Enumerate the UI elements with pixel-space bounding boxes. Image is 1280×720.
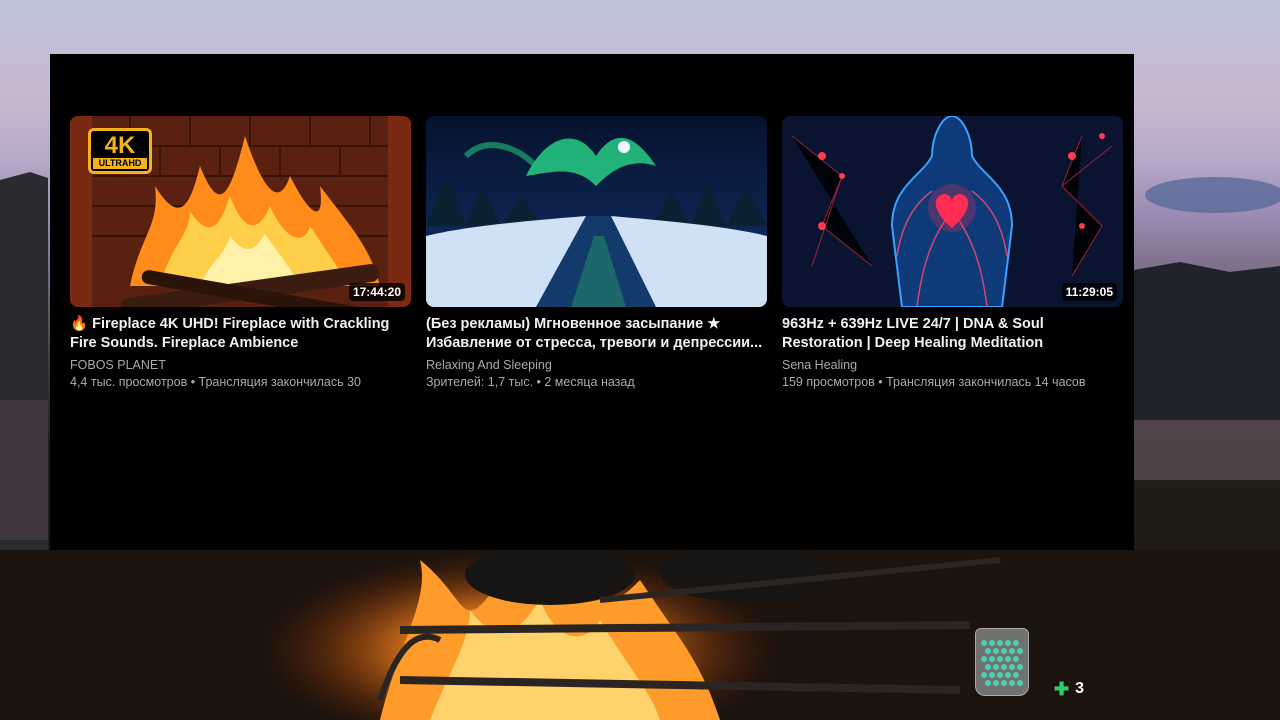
badge-4k-text: 4K [104, 132, 136, 159]
badge-ultrahd-text: ULTRAHD [93, 158, 147, 169]
video-card[interactable]: (Без рекламы) Мгновенное засыпание ★ Изб… [426, 116, 767, 391]
video-title[interactable]: 🔥 Fireplace 4K UHD! Fireplace with Crack… [70, 315, 411, 353]
video-meta: Зрителей: 1,7 тыс. • 2 месяца назад [426, 375, 635, 389]
video-meta: 159 просмотров • Трансляция закончилась … [782, 375, 1086, 389]
puzzle-icon: ✚ [1054, 678, 1070, 699]
video-card[interactable]: 11:29:05 963Hz + 639Hz LIVE 24/7 | DNA &… [782, 116, 1123, 391]
4k-ultrahd-badge: 4K ULTRAHD [88, 128, 152, 174]
channel-name[interactable]: Sena Healing [782, 357, 1123, 374]
video-thumbnail[interactable] [426, 116, 767, 307]
video-title[interactable]: (Без рекламы) Мгновенное засыпание ★ Изб… [426, 315, 767, 353]
puzzle-counter[interactable]: ✚ 3 [1054, 679, 1084, 699]
video-thumbnail[interactable]: 11:29:05 [782, 116, 1123, 307]
video-suggestions-panel: 4K ULTRAHD 17:44:20 🔥 Fireplace 4K UHD! … [50, 54, 1134, 550]
puzzle-count: 3 [1075, 680, 1084, 697]
video-thumbnail[interactable]: 4K ULTRAHD 17:44:20 [70, 116, 411, 307]
video-card[interactable]: 4K ULTRAHD 17:44:20 🔥 Fireplace 4K UHD! … [70, 116, 411, 391]
video-meta: 4,4 тыс. просмотров • Трансляция закончи… [70, 375, 362, 389]
video-title[interactable]: 963Hz + 639Hz LIVE 24/7 | DNA & Soul Res… [782, 315, 1123, 353]
video-duration: 17:44:20 [348, 283, 405, 301]
channel-name[interactable]: FOBOS PLANET [70, 357, 411, 374]
channel-name[interactable]: Relaxing And Sleeping [426, 357, 767, 374]
jar-icon[interactable] [975, 628, 1029, 696]
video-duration: 11:29:05 [1061, 283, 1117, 301]
